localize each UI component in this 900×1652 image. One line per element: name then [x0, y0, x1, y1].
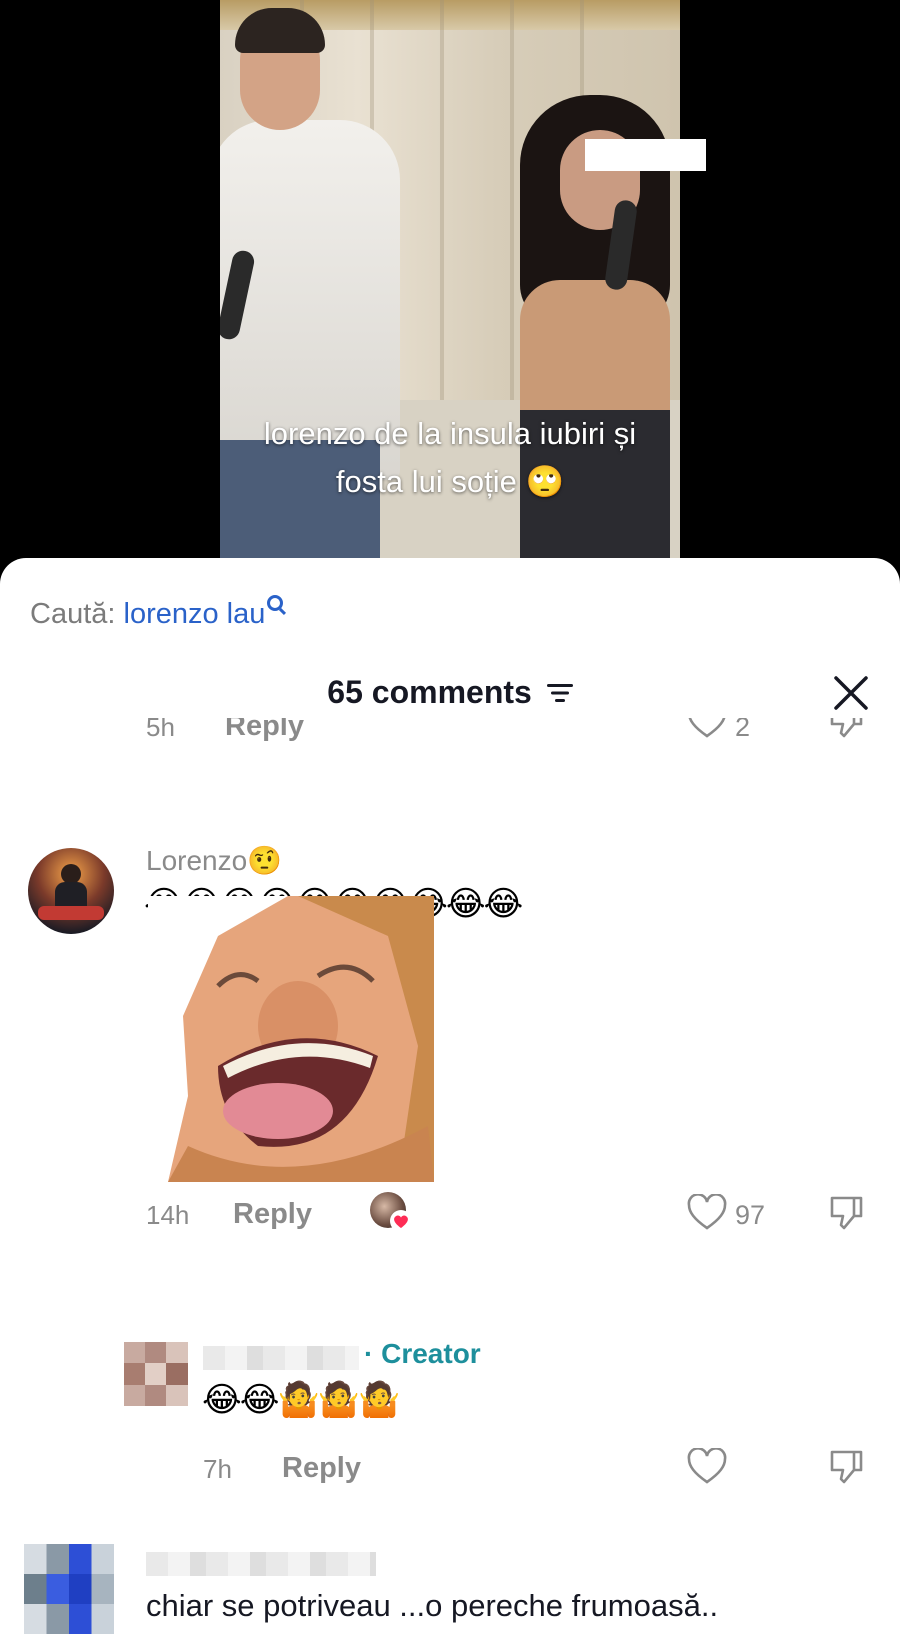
- comment-username[interactable]: Lorenzo🤨: [146, 844, 282, 877]
- heart-icon: [390, 1210, 412, 1232]
- partial-comment-meta: 5h Reply 2: [0, 718, 900, 744]
- avatar-pixel-row: [24, 1574, 114, 1604]
- blind-line: [510, 0, 514, 420]
- blurred-username: [146, 1552, 376, 1576]
- comment-time: 7h: [203, 1454, 232, 1484]
- comments-title-wrap: 65 comments: [0, 670, 900, 714]
- dislike-icon[interactable]: [826, 1192, 866, 1232]
- search-icon[interactable]: [267, 595, 284, 611]
- heart-icon[interactable]: [686, 1448, 728, 1486]
- avatar[interactable]: [124, 1342, 188, 1406]
- dislike-icon[interactable]: [826, 1446, 866, 1486]
- like-count: 2: [735, 718, 751, 742]
- comments-count-title: 65 comments: [327, 674, 532, 710]
- blind-line: [440, 0, 444, 420]
- heart-icon[interactable]: [686, 1194, 728, 1232]
- avatar-pixel-row: [124, 1363, 188, 1385]
- caption-line-2: fosta lui soție 🙄: [335, 464, 565, 499]
- laughing-face-image: [148, 896, 434, 1182]
- comment-text: 😂😂🤷🤷🤷: [202, 1380, 400, 1420]
- creator-badge: · Creator: [364, 1338, 481, 1369]
- woman-figure: [520, 280, 670, 420]
- like-count: 97: [735, 1200, 766, 1230]
- reply-button[interactable]: Reply: [233, 1198, 312, 1231]
- comment-time: 14h: [146, 1200, 190, 1230]
- comments-header: 65 comments: [0, 670, 900, 714]
- search-suggestion[interactable]: Caută: lorenzo lau: [30, 595, 284, 631]
- sort-icon[interactable]: [546, 682, 573, 704]
- reply-button[interactable]: Reply: [225, 718, 304, 743]
- heart-icon[interactable]: [686, 718, 728, 740]
- search-keyword[interactable]: lorenzo lau: [124, 598, 266, 630]
- search-label: Caută:: [30, 598, 116, 630]
- avatar-figure: [61, 864, 81, 884]
- blurred-username: [203, 1346, 359, 1370]
- comment-time: 5h: [146, 718, 175, 742]
- video-caption: lorenzo de la insula iubiri și fosta lui…: [215, 410, 685, 506]
- comment-text: chiar se potriveau ...o pereche frumoasă…: [146, 1588, 719, 1623]
- creator-liked-badge: [370, 1192, 412, 1232]
- avatar[interactable]: [24, 1544, 114, 1634]
- caption-line-1: lorenzo de la insula iubiri și: [263, 416, 637, 451]
- avatar[interactable]: [28, 848, 114, 934]
- comments-sheet: Caută: lorenzo lau 65 comments 5h Reply …: [0, 558, 900, 1652]
- dislike-icon[interactable]: [826, 718, 866, 740]
- comment-sticker-image[interactable]: [148, 896, 434, 1182]
- censor-bar: [585, 139, 706, 171]
- avatar-car: [38, 906, 104, 920]
- close-icon[interactable]: [832, 674, 870, 712]
- video-player[interactable]: lorenzo de la insula iubiri și fosta lui…: [0, 0, 900, 580]
- reply-button[interactable]: Reply: [282, 1452, 361, 1485]
